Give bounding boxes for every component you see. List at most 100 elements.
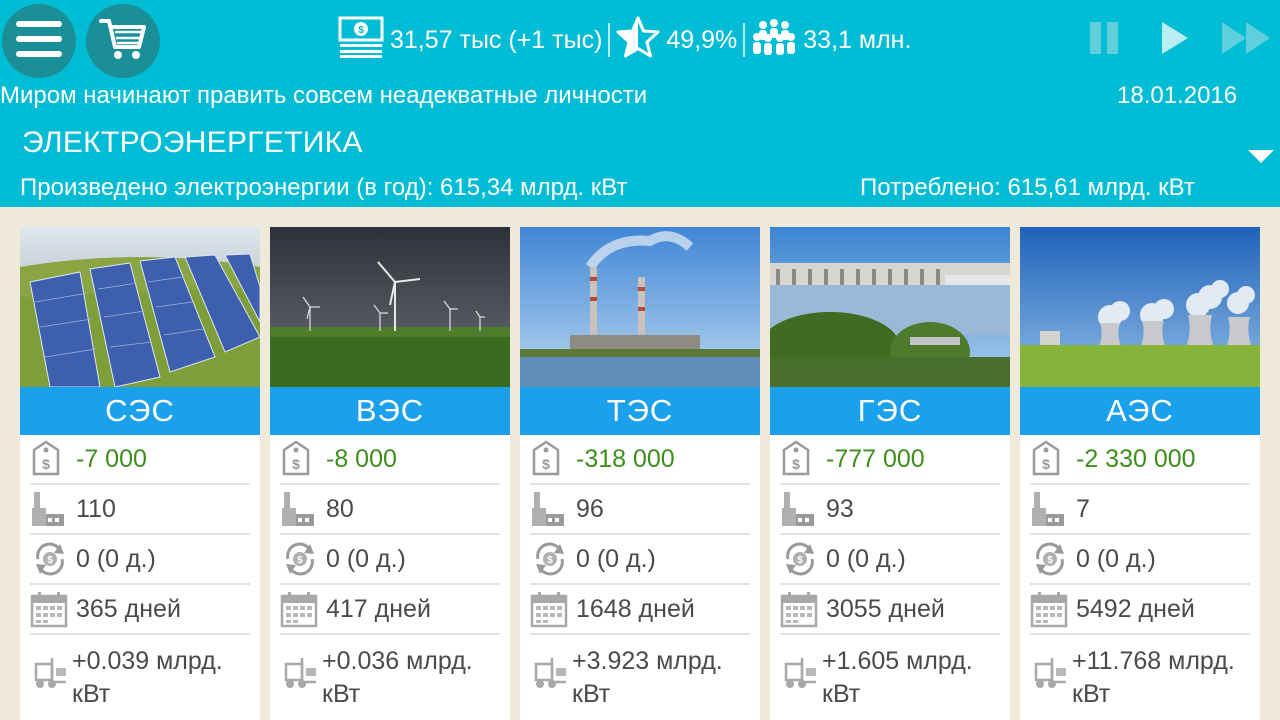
wind-plant-image	[270, 227, 510, 387]
cost-value: -7 000	[76, 444, 147, 473]
count-row: 80	[280, 485, 500, 535]
nuclear-plant-image	[1020, 227, 1260, 387]
money-value: 31,57 тыс (+1 тыс)	[390, 25, 603, 54]
chevron-down-icon[interactable]	[1248, 150, 1274, 163]
cost-row: $ -2 330 000	[1030, 435, 1250, 485]
output-line-1: +11.768 млрд.	[1072, 647, 1235, 675]
refresh-money-icon: $	[1030, 539, 1076, 579]
card-title: ГЭС	[770, 387, 1010, 435]
population-stat[interactable]: 33,1 млн.	[751, 17, 911, 64]
card-solar[interactable]: СЭС $ -7 000 110 $ 0 (0 д.) 365 дней +0.…	[20, 227, 260, 720]
output-value: +1.605 млрд. кВт	[822, 645, 973, 711]
cost-row: $ -8 000	[280, 435, 500, 485]
output-line-1: +3.923 млрд.	[572, 647, 723, 675]
card-nuclear[interactable]: АЭС $ -2 330 000 7 $ 0 (0 д.) 5492 дней …	[1020, 227, 1260, 720]
card-title: СЭС	[20, 387, 260, 435]
duration-row: 1648 дней	[530, 585, 750, 635]
card-wind[interactable]: ВЭС $ -8 000 80 $ 0 (0 д.) 417 дней +0.0…	[270, 227, 510, 720]
factory-icon	[530, 489, 576, 529]
upgrade-value: 0 (0 д.)	[1076, 544, 1156, 573]
count-row: 93	[780, 485, 1000, 535]
forklift-icon	[280, 651, 326, 691]
shop-button[interactable]	[86, 4, 160, 78]
output-line-1: +1.605 млрд.	[822, 647, 973, 675]
output-line-2: кВт	[822, 680, 861, 708]
cost-value: -8 000	[326, 444, 397, 473]
card-hydro[interactable]: ГЭС $ -777 000 93 $ 0 (0 д.) 3055 дней +…	[770, 227, 1010, 720]
duration-row: 5492 дней	[1030, 585, 1250, 635]
rating-stat[interactable]: 49,9%	[616, 16, 737, 65]
card-title: ТЭС	[520, 387, 760, 435]
duration-value: 1648 дней	[576, 594, 695, 623]
svg-text:$: $	[358, 25, 364, 36]
price-tag-icon: $	[530, 439, 576, 479]
card-title: ВЭС	[270, 387, 510, 435]
output-value: +3.923 млрд. кВт	[572, 645, 723, 711]
factory-icon	[280, 489, 326, 529]
card-thermal[interactable]: ТЭС $ -318 000 96 $ 0 (0 д.) 1648 дней +…	[520, 227, 760, 720]
output-row: +0.036 млрд. кВт	[280, 635, 500, 715]
svg-text:$: $	[1047, 555, 1053, 566]
population-value: 33,1 млн.	[803, 25, 912, 54]
output-row: +11.768 млрд. кВт	[1030, 635, 1250, 715]
cost-value: -2 330 000	[1076, 444, 1196, 473]
play-button[interactable]	[1158, 14, 1192, 67]
price-tag-icon: $	[280, 439, 326, 479]
count-value: 96	[576, 494, 604, 523]
duration-row: 417 дней	[280, 585, 500, 635]
forklift-icon	[530, 651, 576, 691]
calendar-icon	[280, 589, 326, 629]
output-line-2: кВт	[1072, 680, 1111, 708]
produced-energy: Произведено электроэнергии (в год): 615,…	[20, 174, 628, 201]
count-value: 80	[326, 494, 354, 523]
forklift-icon	[1030, 651, 1076, 691]
duration-value: 417 дней	[326, 594, 431, 623]
output-line-2: кВт	[322, 680, 361, 708]
cost-row: $ -318 000	[530, 435, 750, 485]
upgrade-row: $ 0 (0 д.)	[280, 535, 500, 585]
factory-icon	[1030, 489, 1076, 529]
menu-icon	[16, 19, 62, 64]
upgrade-row: $ 0 (0 д.)	[1030, 535, 1250, 585]
duration-value: 5492 дней	[1076, 594, 1195, 623]
refresh-money-icon: $	[280, 539, 326, 579]
top-header: $ 31,57 тыс (+1 тыс) 49,9% 33,1 млн. Мир…	[0, 0, 1280, 207]
output-value: +0.039 млрд. кВт	[72, 645, 223, 711]
output-value: +11.768 млрд. кВт	[1072, 645, 1235, 711]
stats-bar: $ 31,57 тыс (+1 тыс) 49,9% 33,1 млн.	[338, 14, 911, 66]
cart-icon	[99, 17, 147, 66]
upgrade-value: 0 (0 д.)	[826, 544, 906, 573]
svg-text:$: $	[797, 555, 803, 566]
pause-button[interactable]	[1088, 14, 1122, 67]
upgrade-value: 0 (0 д.)	[76, 544, 156, 573]
upgrade-row: $ 0 (0 д.)	[530, 535, 750, 585]
pause-icon	[1088, 22, 1122, 66]
output-value: +0.036 млрд. кВт	[322, 645, 473, 711]
cost-value: -777 000	[826, 444, 925, 473]
svg-text:$: $	[297, 555, 303, 566]
count-row: 7	[1030, 485, 1250, 535]
menu-button[interactable]	[2, 4, 76, 78]
fast-forward-button[interactable]	[1220, 14, 1278, 67]
output-line-2: кВт	[572, 680, 611, 708]
forklift-icon	[30, 651, 76, 691]
power-plant-cards: СЭС $ -7 000 110 $ 0 (0 д.) 365 дней +0.…	[20, 227, 1260, 720]
money-stat[interactable]: $ 31,57 тыс (+1 тыс)	[338, 16, 602, 65]
upgrade-row: $ 0 (0 д.)	[30, 535, 250, 585]
svg-text:$: $	[542, 456, 550, 472]
refresh-money-icon: $	[30, 539, 76, 579]
cost-row: $ -777 000	[780, 435, 1000, 485]
output-line-2: кВт	[72, 680, 111, 708]
rating-value: 49,9%	[666, 25, 738, 54]
cost-row: $ -7 000	[30, 435, 250, 485]
card-title: АЭС	[1020, 387, 1260, 435]
divider	[743, 23, 746, 57]
duration-value: 3055 дней	[826, 594, 945, 623]
output-row: +0.039 млрд. кВт	[30, 635, 250, 715]
cost-value: -318 000	[576, 444, 675, 473]
svg-text:$: $	[547, 555, 553, 566]
star-icon	[616, 16, 660, 65]
thermal-plant-image	[520, 227, 760, 387]
price-tag-icon: $	[780, 439, 826, 479]
calendar-icon	[530, 589, 576, 629]
